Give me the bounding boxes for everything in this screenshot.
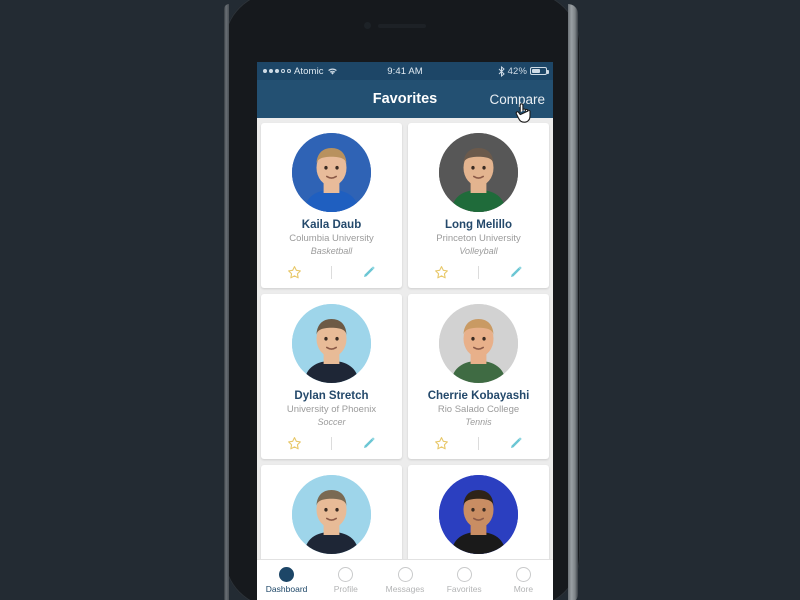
star-outline-icon[interactable]: [424, 263, 458, 281]
card-actions: [414, 263, 543, 281]
tab-dashboard[interactable]: Dashboard: [257, 566, 316, 594]
person-sport: Tennis: [465, 417, 492, 428]
compare-button[interactable]: Compare: [489, 92, 545, 107]
battery-percent-label: 42%: [507, 65, 527, 77]
card-row: [261, 465, 549, 559]
card-actions: [267, 263, 396, 281]
tab-profile[interactable]: Profile: [316, 566, 375, 594]
avatar: [292, 304, 371, 384]
tab-label: Profile: [333, 583, 358, 594]
app-header: Favorites Compare: [257, 80, 553, 118]
action-divider: [478, 265, 479, 279]
star-outline-icon[interactable]: [277, 263, 311, 281]
avatar: [292, 133, 371, 212]
favorite-card[interactable]: Cherrie Kobayashi Rio Salado College Ten…: [408, 294, 549, 460]
status-bar: Atomic 9:41 AM 42%: [257, 62, 553, 80]
tab-messages[interactable]: Messages: [375, 566, 434, 594]
screenshot-stage: Atomic 9:41 AM 42% Favorites Compare Kai…: [0, 0, 800, 600]
status-bar-left: Atomic: [263, 66, 387, 77]
earpiece-speaker: [378, 24, 426, 28]
clock-label: 9:41 AM: [387, 65, 423, 77]
person-sport: Volleyball: [459, 246, 498, 257]
avatar: [292, 475, 371, 555]
tab-favorites[interactable]: Favorites: [435, 566, 494, 594]
person-organization: Rio Salado College: [437, 404, 520, 416]
action-divider: [331, 265, 332, 279]
star-outline-icon[interactable]: [277, 434, 311, 452]
person-organization: Columbia University: [289, 233, 374, 245]
person-sport: Basketball: [310, 246, 353, 257]
favorite-card[interactable]: Dylan Stretch University of Phoenix Socc…: [261, 294, 402, 460]
pencil-icon[interactable]: [352, 263, 386, 281]
person-name: Dylan Stretch: [294, 390, 369, 403]
battery-icon: [530, 67, 549, 75]
favorite-card[interactable]: [408, 465, 549, 559]
carrier-label: Atomic: [294, 65, 324, 77]
bluetooth-icon: [498, 65, 505, 77]
pencil-icon[interactable]: [352, 434, 386, 452]
status-bar-right: 42%: [423, 65, 549, 77]
tab-more[interactable]: More: [494, 566, 553, 594]
avatar: [439, 133, 518, 212]
card-row: Kaila Daub Columbia University Basketbal…: [261, 123, 549, 289]
tab-label: Messages: [385, 583, 425, 594]
favorite-card[interactable]: [261, 465, 402, 559]
person-organization: University of Phoenix: [286, 404, 377, 416]
person-organization: Princeton University: [436, 233, 521, 245]
card-row: Dylan Stretch University of Phoenix Socc…: [261, 294, 549, 460]
favorite-card[interactable]: Long Melillo Princeton University Volley…: [408, 123, 549, 289]
phone-left-edge: [224, 4, 229, 600]
tab-label: Dashboard: [265, 583, 308, 594]
circle-icon: [338, 566, 354, 582]
bottom-tab-bar: Dashboard Profile Messages Favorites Mor…: [257, 559, 553, 600]
phone-right-edge: [568, 4, 578, 600]
person-name: Kaila Daub: [301, 219, 362, 231]
circle-icon: [279, 566, 295, 582]
action-divider: [331, 436, 332, 450]
avatar: [439, 475, 518, 555]
person-sport: Soccer: [317, 417, 346, 428]
card-actions: [267, 434, 396, 452]
circle-icon: [515, 566, 531, 582]
star-outline-icon[interactable]: [424, 434, 458, 452]
favorites-card-list[interactable]: Kaila Daub Columbia University Basketbal…: [257, 118, 553, 559]
person-name: Cherrie Kobayashi: [427, 390, 530, 403]
pencil-icon[interactable]: [499, 434, 533, 452]
person-name: Long Melillo: [444, 219, 513, 231]
favorite-card[interactable]: Kaila Daub Columbia University Basketbal…: [261, 123, 402, 289]
card-actions: [414, 434, 543, 452]
wifi-icon: [327, 68, 337, 75]
pencil-icon[interactable]: [499, 263, 533, 281]
phone-screen: Atomic 9:41 AM 42% Favorites Compare Kai…: [257, 62, 553, 600]
signal-strength-icon: [263, 69, 291, 73]
tab-label: More: [513, 583, 534, 594]
front-camera: [364, 22, 371, 29]
circle-icon: [456, 566, 472, 582]
tab-label: Favorites: [446, 583, 482, 594]
circle-icon: [397, 566, 413, 582]
avatar: [439, 304, 518, 384]
action-divider: [478, 436, 479, 450]
